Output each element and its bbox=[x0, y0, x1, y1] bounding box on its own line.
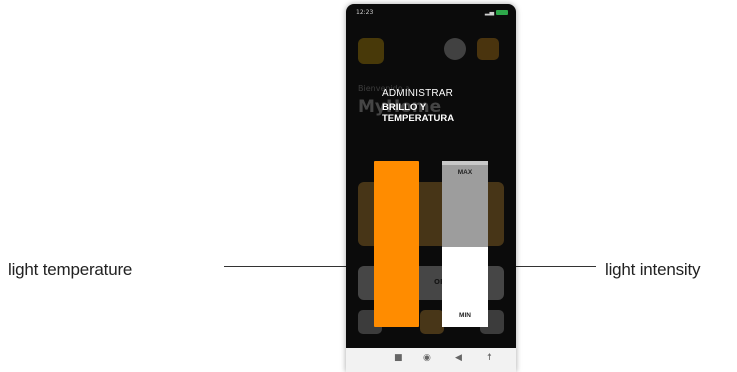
status-time: 12:23 bbox=[356, 9, 374, 16]
dialog-title-line2: BRILLO Y TEMPERATURA bbox=[368, 102, 508, 124]
signal-icon: ▂▄ bbox=[484, 9, 495, 16]
bottom-tile-center bbox=[420, 310, 444, 334]
scene-tile bbox=[477, 38, 499, 60]
dialog-title-line2-text: BRILLO Y bbox=[382, 102, 427, 113]
battery-icon bbox=[496, 10, 508, 15]
accessibility-icon[interactable]: ☨ bbox=[487, 353, 492, 363]
dimmed-background-app: Bienvenido a MyHome OFF bbox=[346, 4, 516, 372]
dialog-title: ADMINISTRAR BRILLO Y TEMPERATURA bbox=[368, 88, 508, 124]
circle-icon[interactable]: ◉ bbox=[423, 353, 431, 363]
intensity-min-label: MIN bbox=[459, 312, 471, 319]
status-icons: ▂▄ bbox=[485, 9, 508, 16]
temperature-slider[interactable] bbox=[374, 161, 419, 327]
phone-screenshot: Bienvenido a MyHome OFF 12:23 ▂▄ ADMINIS… bbox=[346, 4, 516, 372]
settings-circle-icon bbox=[444, 38, 466, 60]
intensity-slider[interactable]: MAX MIN bbox=[442, 161, 488, 327]
light-temperature-label: light temperature bbox=[8, 260, 133, 279]
intensity-slider-top-strip bbox=[442, 161, 488, 165]
back-triangle-icon[interactable]: ◀ bbox=[455, 353, 462, 363]
app-logo-tile bbox=[358, 38, 384, 64]
intensity-max-label: MAX bbox=[457, 169, 473, 176]
square-icon[interactable]: ■ bbox=[394, 353, 403, 363]
dialog-title-line3-text: TEMPERATURA bbox=[382, 113, 455, 124]
status-bar: 12:23 ▂▄ bbox=[346, 4, 516, 20]
android-nav-bar: ■ ◉ ◀ ☨ bbox=[346, 348, 516, 372]
dialog-title-line1: ADMINISTRAR bbox=[382, 88, 454, 99]
light-intensity-label: light intensity bbox=[605, 260, 701, 279]
